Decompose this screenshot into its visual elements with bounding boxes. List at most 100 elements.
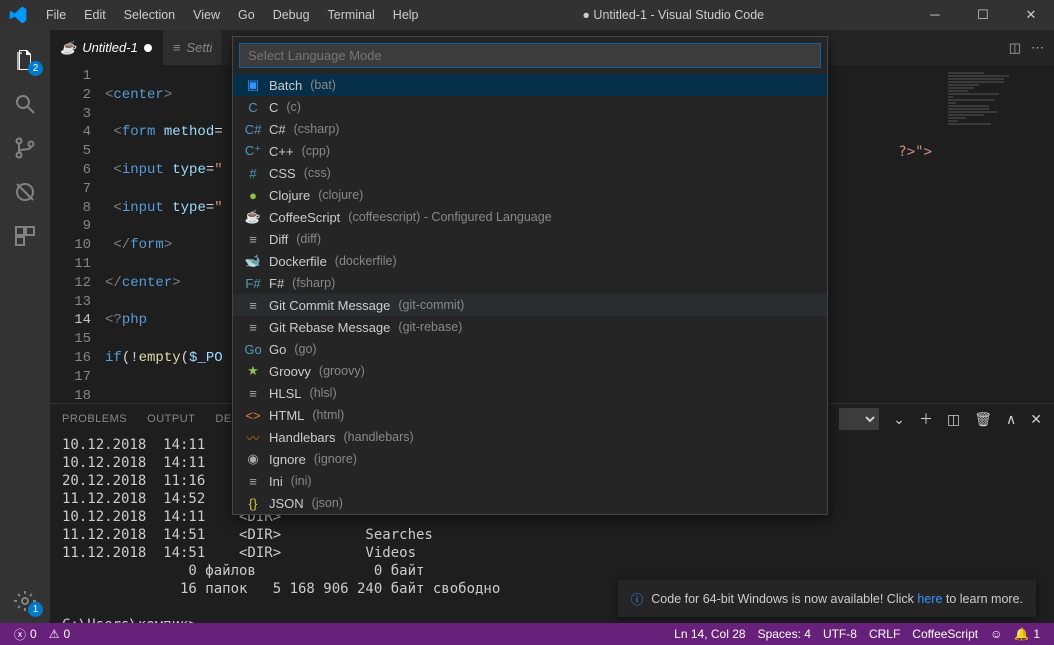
settings-badge: 1 [28, 602, 43, 617]
menu-selection[interactable]: Selection [116, 4, 183, 26]
more-actions-icon[interactable]: ⋯ [1031, 40, 1044, 56]
language-hint: (ini) [291, 474, 312, 488]
panel-actions: ⌄ ＋ ◫ 🗑 ∧ ✕ [839, 408, 1042, 430]
language-hint: (handlebars) [344, 430, 414, 444]
language-label: Diff [269, 232, 288, 247]
smiley-icon: ☺ [990, 627, 1002, 641]
menu-go[interactable]: Go [230, 4, 263, 26]
language-option[interactable]: 〰Handlebars(handlebars) [233, 426, 827, 448]
status-errors[interactable]: ⓧ0 [8, 626, 43, 643]
chevron-down-icon[interactable]: ⌄ [893, 411, 905, 428]
explorer-badge: 2 [28, 61, 43, 76]
language-option[interactable]: ★Groovy(groovy) [233, 360, 827, 382]
split-editor-icon[interactable]: ◫ [1009, 40, 1021, 56]
language-option[interactable]: ≡Git Rebase Message(git-rebase) [233, 316, 827, 338]
language-label: Batch [269, 78, 302, 93]
window-controls: ─ ☐ ✕ [920, 7, 1046, 23]
language-hint: (css) [304, 166, 331, 180]
split-terminal-icon[interactable]: ◫ [947, 411, 960, 428]
language-option[interactable]: C⁺C++(cpp) [233, 140, 827, 162]
activity-bar: 2 1 [0, 30, 50, 623]
status-language[interactable]: CoffeeScript [906, 627, 984, 641]
toast-link[interactable]: here [917, 592, 942, 606]
language-option[interactable]: ≡Ini(ini) [233, 470, 827, 492]
language-option[interactable]: ▣Batch(bat) [233, 74, 827, 96]
status-encoding[interactable]: UTF-8 [817, 627, 863, 641]
language-hint: (csharp) [294, 122, 340, 136]
status-notifications[interactable]: 🔔1 [1008, 627, 1046, 641]
panel-tab-problems[interactable]: PROBLEMS [62, 413, 127, 425]
quickpick-input[interactable] [239, 43, 821, 68]
language-icon: ≡ [245, 385, 261, 401]
menu-edit[interactable]: Edit [76, 4, 114, 26]
activity-debug[interactable] [1, 170, 49, 214]
notification-toast[interactable]: ⓘ Code for 64-bit Windows is now availab… [618, 580, 1036, 617]
status-warnings[interactable]: ⚠0 [43, 627, 76, 641]
kill-terminal-icon[interactable]: 🗑 [974, 411, 992, 428]
language-option[interactable]: C#C#(csharp) [233, 118, 827, 140]
language-option[interactable]: 🐋Dockerfile(dockerfile) [233, 250, 827, 272]
menu-terminal[interactable]: Terminal [320, 4, 383, 26]
tab-untitled-1[interactable]: ☕ Untitled-1 [50, 30, 163, 65]
maximize-panel-icon[interactable]: ∧ [1006, 411, 1016, 428]
language-label: Git Commit Message [269, 298, 390, 313]
language-option[interactable]: ≡Diff(diff) [233, 228, 827, 250]
terminal-selector[interactable] [839, 408, 879, 430]
language-option[interactable]: ☕CoffeeScript(coffeescript) - Configured… [233, 206, 827, 228]
close-button[interactable]: ✕ [1016, 7, 1046, 23]
language-hint: (groovy) [319, 364, 365, 378]
language-icon: C⁺ [245, 143, 261, 159]
close-panel-icon[interactable]: ✕ [1030, 411, 1042, 428]
search-icon [13, 92, 37, 116]
activity-source-control[interactable] [1, 126, 49, 170]
quickpick-list: ▣Batch(bat)CC(c)C#C#(csharp)C⁺C++(cpp)#C… [233, 74, 827, 514]
language-icon: ≡ [245, 231, 261, 247]
line-number-gutter: 1234 5678 9101112 13141516 1718 [50, 65, 105, 403]
language-icon: 🐋 [245, 253, 261, 269]
title-bar: File Edit Selection View Go Debug Termin… [0, 0, 1054, 30]
activity-extensions[interactable] [1, 214, 49, 258]
language-icon: ≡ [245, 473, 261, 489]
language-option[interactable]: ≡Git Commit Message(git-commit) [233, 294, 827, 316]
window-title: ● Untitled-1 - Visual Studio Code [427, 8, 920, 22]
status-indent[interactable]: Spaces: 4 [752, 627, 817, 641]
menu-help[interactable]: Help [385, 4, 427, 26]
language-icon: ● [245, 187, 261, 203]
language-label: HTML [269, 408, 304, 423]
status-ln-col[interactable]: Ln 14, Col 28 [668, 627, 751, 641]
menu-debug[interactable]: Debug [265, 4, 318, 26]
status-eol[interactable]: CRLF [863, 627, 906, 641]
language-option[interactable]: GoGo(go) [233, 338, 827, 360]
language-option[interactable]: ≡HLSL(hlsl) [233, 382, 827, 404]
language-label: C++ [269, 144, 294, 159]
language-option[interactable]: ◉Ignore(ignore) [233, 448, 827, 470]
language-label: Dockerfile [269, 254, 327, 269]
language-option[interactable]: ●Clojure(clojure) [233, 184, 827, 206]
panel-tab-output[interactable]: OUTPUT [147, 413, 195, 425]
language-option[interactable]: F#F#(fsharp) [233, 272, 827, 294]
language-icon: ★ [245, 363, 261, 379]
tab-actions: ◫ ⋯ [999, 30, 1054, 65]
language-option[interactable]: {}JSON(json) [233, 492, 827, 514]
activity-settings[interactable]: 1 [1, 579, 49, 623]
menu-view[interactable]: View [185, 4, 228, 26]
menu-bar: File Edit Selection View Go Debug Termin… [38, 4, 427, 26]
status-feedback[interactable]: ☺ [984, 627, 1008, 641]
language-icon: <> [245, 407, 261, 423]
activity-explorer[interactable]: 2 [1, 38, 49, 82]
language-option[interactable]: CC(c) [233, 96, 827, 118]
language-option[interactable]: <> HTML (html) [233, 404, 827, 426]
language-hint: (html) [312, 408, 344, 422]
tab-settings[interactable]: ≡ Settings [163, 30, 224, 65]
maximize-button[interactable]: ☐ [968, 7, 998, 23]
language-option[interactable]: #CSS(css) [233, 162, 827, 184]
language-icon: ◉ [245, 451, 261, 467]
activity-search[interactable] [1, 82, 49, 126]
new-terminal-icon[interactable]: ＋ [919, 409, 933, 429]
minimap[interactable] [944, 65, 1054, 403]
language-icon: Go [245, 341, 261, 357]
minimize-button[interactable]: ─ [920, 7, 950, 23]
language-icon: ≡ [245, 319, 261, 335]
menu-file[interactable]: File [38, 4, 74, 26]
language-hint: (c) [286, 100, 301, 114]
